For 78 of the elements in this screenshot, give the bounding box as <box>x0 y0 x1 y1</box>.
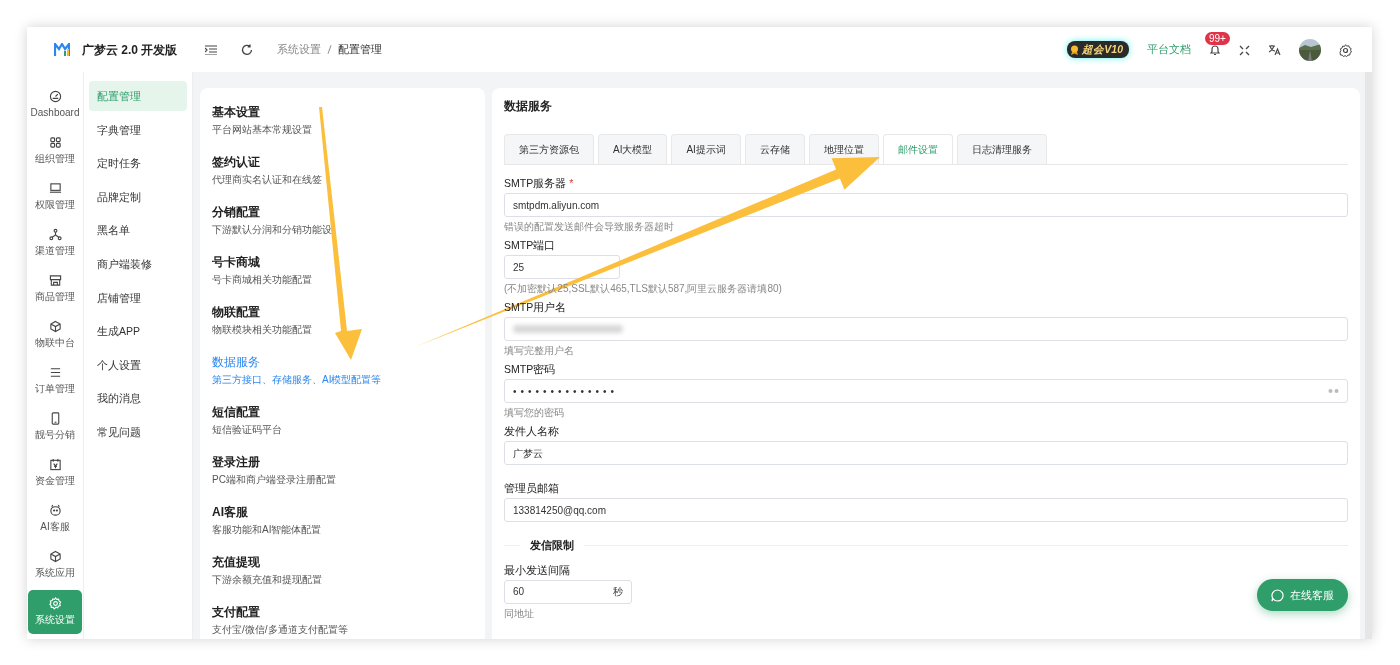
breadcrumb-item: 配置管理 <box>338 41 382 57</box>
logo-icon <box>54 42 70 57</box>
tab[interactable]: 第三方资源包 <box>504 134 594 164</box>
robot-icon <box>48 504 62 517</box>
store-icon <box>48 274 62 287</box>
submenu-item[interactable]: 店铺管理 <box>89 282 187 313</box>
submenu-item[interactable]: 字典管理 <box>89 114 187 145</box>
config-item[interactable]: 数据服务 第三方接口、存储服务、AI模型配置等 <box>212 345 473 395</box>
input-field[interactable] <box>504 317 1348 341</box>
submenu-item[interactable]: 常见问题 <box>89 416 187 447</box>
submenu-item[interactable]: 我的消息 <box>89 383 187 414</box>
rail-item[interactable]: Dashboard <box>28 82 82 128</box>
submenu-item[interactable]: 黑名单 <box>89 215 187 246</box>
settings-icon[interactable] <box>1339 41 1352 58</box>
rail-item[interactable]: 渠道管理 <box>28 220 82 266</box>
rail-item[interactable]: 商品管理 <box>28 266 82 312</box>
breadcrumb-item[interactable]: 系统设置 <box>277 41 321 58</box>
rail-item[interactable]: 靓号分销 <box>28 404 82 450</box>
vip-badge: 超会V10 <box>1067 40 1129 59</box>
field-hint: 填写您的密码 <box>504 406 565 420</box>
list-icon <box>48 366 62 379</box>
panel-title: 数据服务 <box>504 99 553 114</box>
config-item[interactable]: 号卡商城 号卡商城相关功能配置 <box>212 245 473 295</box>
field-hint: 填写完整用户名 <box>504 344 575 358</box>
cube-icon <box>48 320 62 333</box>
submenu-item[interactable]: 生成APP <box>89 316 187 347</box>
config-item[interactable]: 基本设置 平台网站基本常规设置 <box>212 95 473 145</box>
tab[interactable]: 云存储 <box>744 134 805 164</box>
field-label: 管理员邮箱 <box>504 482 559 494</box>
scrollbar[interactable] <box>1365 72 1372 639</box>
chat-icon <box>1271 588 1284 602</box>
monitor-icon <box>48 182 62 195</box>
field-label: 最小发送间隔 <box>504 563 570 576</box>
calendar-icon <box>48 458 62 471</box>
field-label: SMTP密码 <box>504 363 556 375</box>
config-item[interactable]: 充值提现 下游余额充值和提现配置 <box>212 545 473 595</box>
input-field[interactable]: 133814250@qq.com <box>504 498 1348 522</box>
field-label: 发件人名称 <box>504 425 559 437</box>
rail-item[interactable]: 资金管理 <box>28 450 82 496</box>
required-mark: * <box>569 177 574 189</box>
config-item[interactable]: AI客服 客服功能和AI智能体配置 <box>212 495 473 545</box>
gauge-icon <box>48 90 62 103</box>
section-title: 发信限制 <box>530 538 574 553</box>
submenu-item[interactable]: 品牌定制 <box>89 181 187 212</box>
box-icon <box>48 550 62 563</box>
input-field[interactable]: 广梦云 <box>504 441 1348 465</box>
field-label: SMTP端口 <box>504 239 556 251</box>
tab[interactable]: AI大模型 <box>598 134 668 164</box>
config-item[interactable]: 支付配置 支付宝/微信/多通道支付配置等 <box>212 595 473 639</box>
config-item[interactable]: 物联配置 物联模块相关功能配置 <box>212 295 473 345</box>
submenu-item[interactable]: 个人设置 <box>89 349 187 380</box>
rail-item[interactable]: 组织管理 <box>28 128 82 174</box>
docs-link[interactable]: 平台文档 <box>1147 41 1191 58</box>
bell-icon[interactable] <box>1209 43 1221 56</box>
input-field[interactable]: smtpdm.aliyun.com <box>504 193 1348 217</box>
config-item[interactable]: 短信配置 短信验证码平台 <box>212 395 473 445</box>
rail-item[interactable]: 系统应用 <box>28 542 82 588</box>
grid-icon <box>48 136 62 149</box>
app-title: 广梦云 2.0 开发版 <box>82 41 178 59</box>
gear-icon <box>48 597 62 610</box>
tab[interactable]: AI提示词 <box>671 134 741 164</box>
rail-item[interactable]: 权限管理 <box>28 174 82 220</box>
tab[interactable]: 邮件设置 <box>882 134 953 164</box>
field-hint: 错误的配置发送邮件会导致服务器超时 <box>504 220 675 234</box>
rail-item[interactable]: 订单管理 <box>28 358 82 404</box>
config-item[interactable]: 登录注册 PC端和商户端登录注册配置 <box>212 445 473 495</box>
input-field[interactable]: •••••••••••••• <box>504 379 1348 403</box>
rail-item[interactable]: 物联中台 <box>28 312 82 358</box>
nodes-icon <box>48 228 62 241</box>
submenu-item[interactable]: 商户端装修 <box>89 248 187 279</box>
rail-item[interactable]: AI客服 <box>28 496 82 542</box>
tab[interactable]: 日志清理服务 <box>956 134 1047 164</box>
config-item[interactable]: 签约认证 代理商实名认证和在线签 <box>212 145 473 195</box>
field-label: SMTP服务器 <box>504 177 567 189</box>
input-field[interactable]: 60 秒 <box>504 579 632 604</box>
submenu-item[interactable]: 定时任务 <box>89 148 187 179</box>
notification-count: 99+ <box>1205 31 1230 45</box>
field-hint: 同地址 <box>504 606 535 621</box>
